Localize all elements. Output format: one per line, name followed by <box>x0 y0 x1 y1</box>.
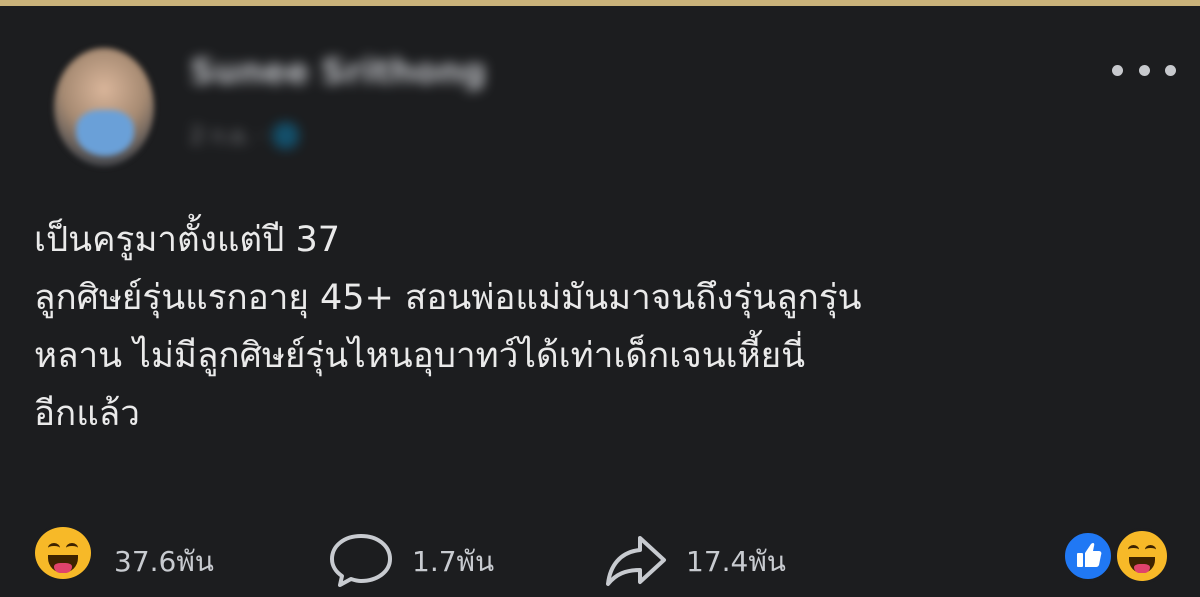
reaction-count[interactable]: 37.6พัน <box>114 540 214 584</box>
comment-count[interactable]: 1.7พัน <box>412 540 494 584</box>
post-line: อีกแล้ว <box>34 394 140 434</box>
avatar-mask-detail <box>76 110 134 156</box>
emoji-mouth <box>1129 557 1155 573</box>
dot <box>1165 64 1176 76</box>
post-body: เป็นครูมาตั้งแต่ปี 37 ลูกศิษย์รุ่นแรกอาย… <box>34 211 1174 443</box>
post-line: หลาน ไม่มีลูกศิษย์รุ่นไหนอุบาทว์ได้เท่าเ… <box>34 336 806 376</box>
post-timestamp[interactable]: 2 ก.ย. · 🌐 <box>190 118 300 153</box>
emoji-eye <box>1145 545 1156 554</box>
share-icon[interactable] <box>604 530 668 588</box>
post-line: ลูกศิษย์รุ่นแรกอายุ 45+ สอนพ่อแม่มันมาจน… <box>34 278 862 318</box>
reaction-summary[interactable] <box>1062 528 1172 586</box>
comment-icon[interactable] <box>326 530 396 588</box>
emoji-eye <box>1128 545 1139 554</box>
avatar[interactable] <box>54 48 154 166</box>
more-options-icon[interactable] <box>1112 58 1176 82</box>
emoji-mouth <box>48 555 78 573</box>
post-line: เป็นครูมาตั้งแต่ปี 37 <box>34 220 341 260</box>
author-name[interactable]: Sunee Srithong <box>190 52 486 92</box>
dot <box>1138 64 1150 76</box>
haha-emoji-icon <box>1114 528 1170 584</box>
share-count[interactable]: 17.4พัน <box>686 540 786 584</box>
post-card: Sunee Srithong 2 ก.ย. · 🌐 เป็นครูมาตั้งแ… <box>0 6 1200 597</box>
emoji-eye <box>66 543 78 553</box>
dot <box>1112 64 1123 76</box>
haha-emoji-icon[interactable] <box>32 524 94 582</box>
emoji-eye <box>48 543 60 553</box>
like-icon <box>1062 530 1114 582</box>
post-footer: 37.6พัน 1.7พัน 17.4พัน <box>0 518 1200 588</box>
